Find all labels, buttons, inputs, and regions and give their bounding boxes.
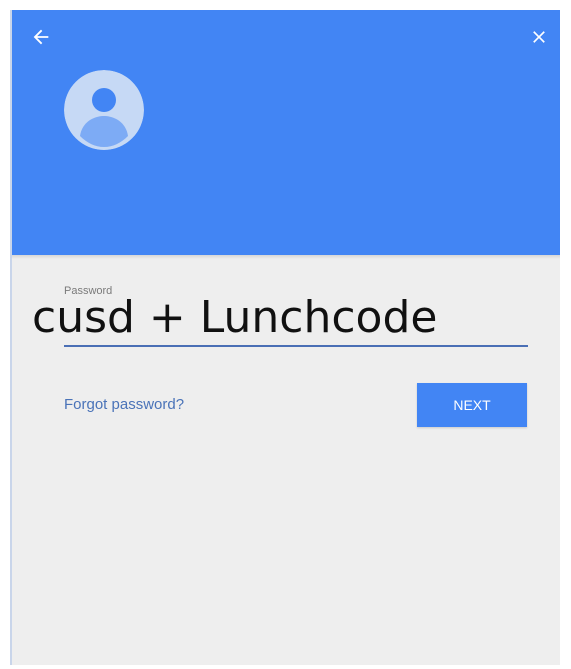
avatar bbox=[64, 70, 144, 150]
sign-in-dialog: Password cusd + Lunchcode Forgot passwor… bbox=[10, 10, 560, 665]
password-field[interactable]: cusd + Lunchcode bbox=[32, 292, 437, 343]
account-circle-icon bbox=[64, 70, 144, 150]
close-icon bbox=[533, 31, 545, 43]
close-button[interactable] bbox=[524, 22, 554, 52]
forgot-password-link[interactable]: Forgot password? bbox=[64, 396, 184, 413]
next-button[interactable]: NEXT bbox=[417, 383, 527, 427]
dialog-header bbox=[12, 10, 560, 255]
arrow-left-icon bbox=[33, 29, 49, 45]
password-underline bbox=[64, 345, 528, 347]
back-button[interactable] bbox=[26, 22, 56, 52]
header-divider bbox=[12, 255, 560, 259]
